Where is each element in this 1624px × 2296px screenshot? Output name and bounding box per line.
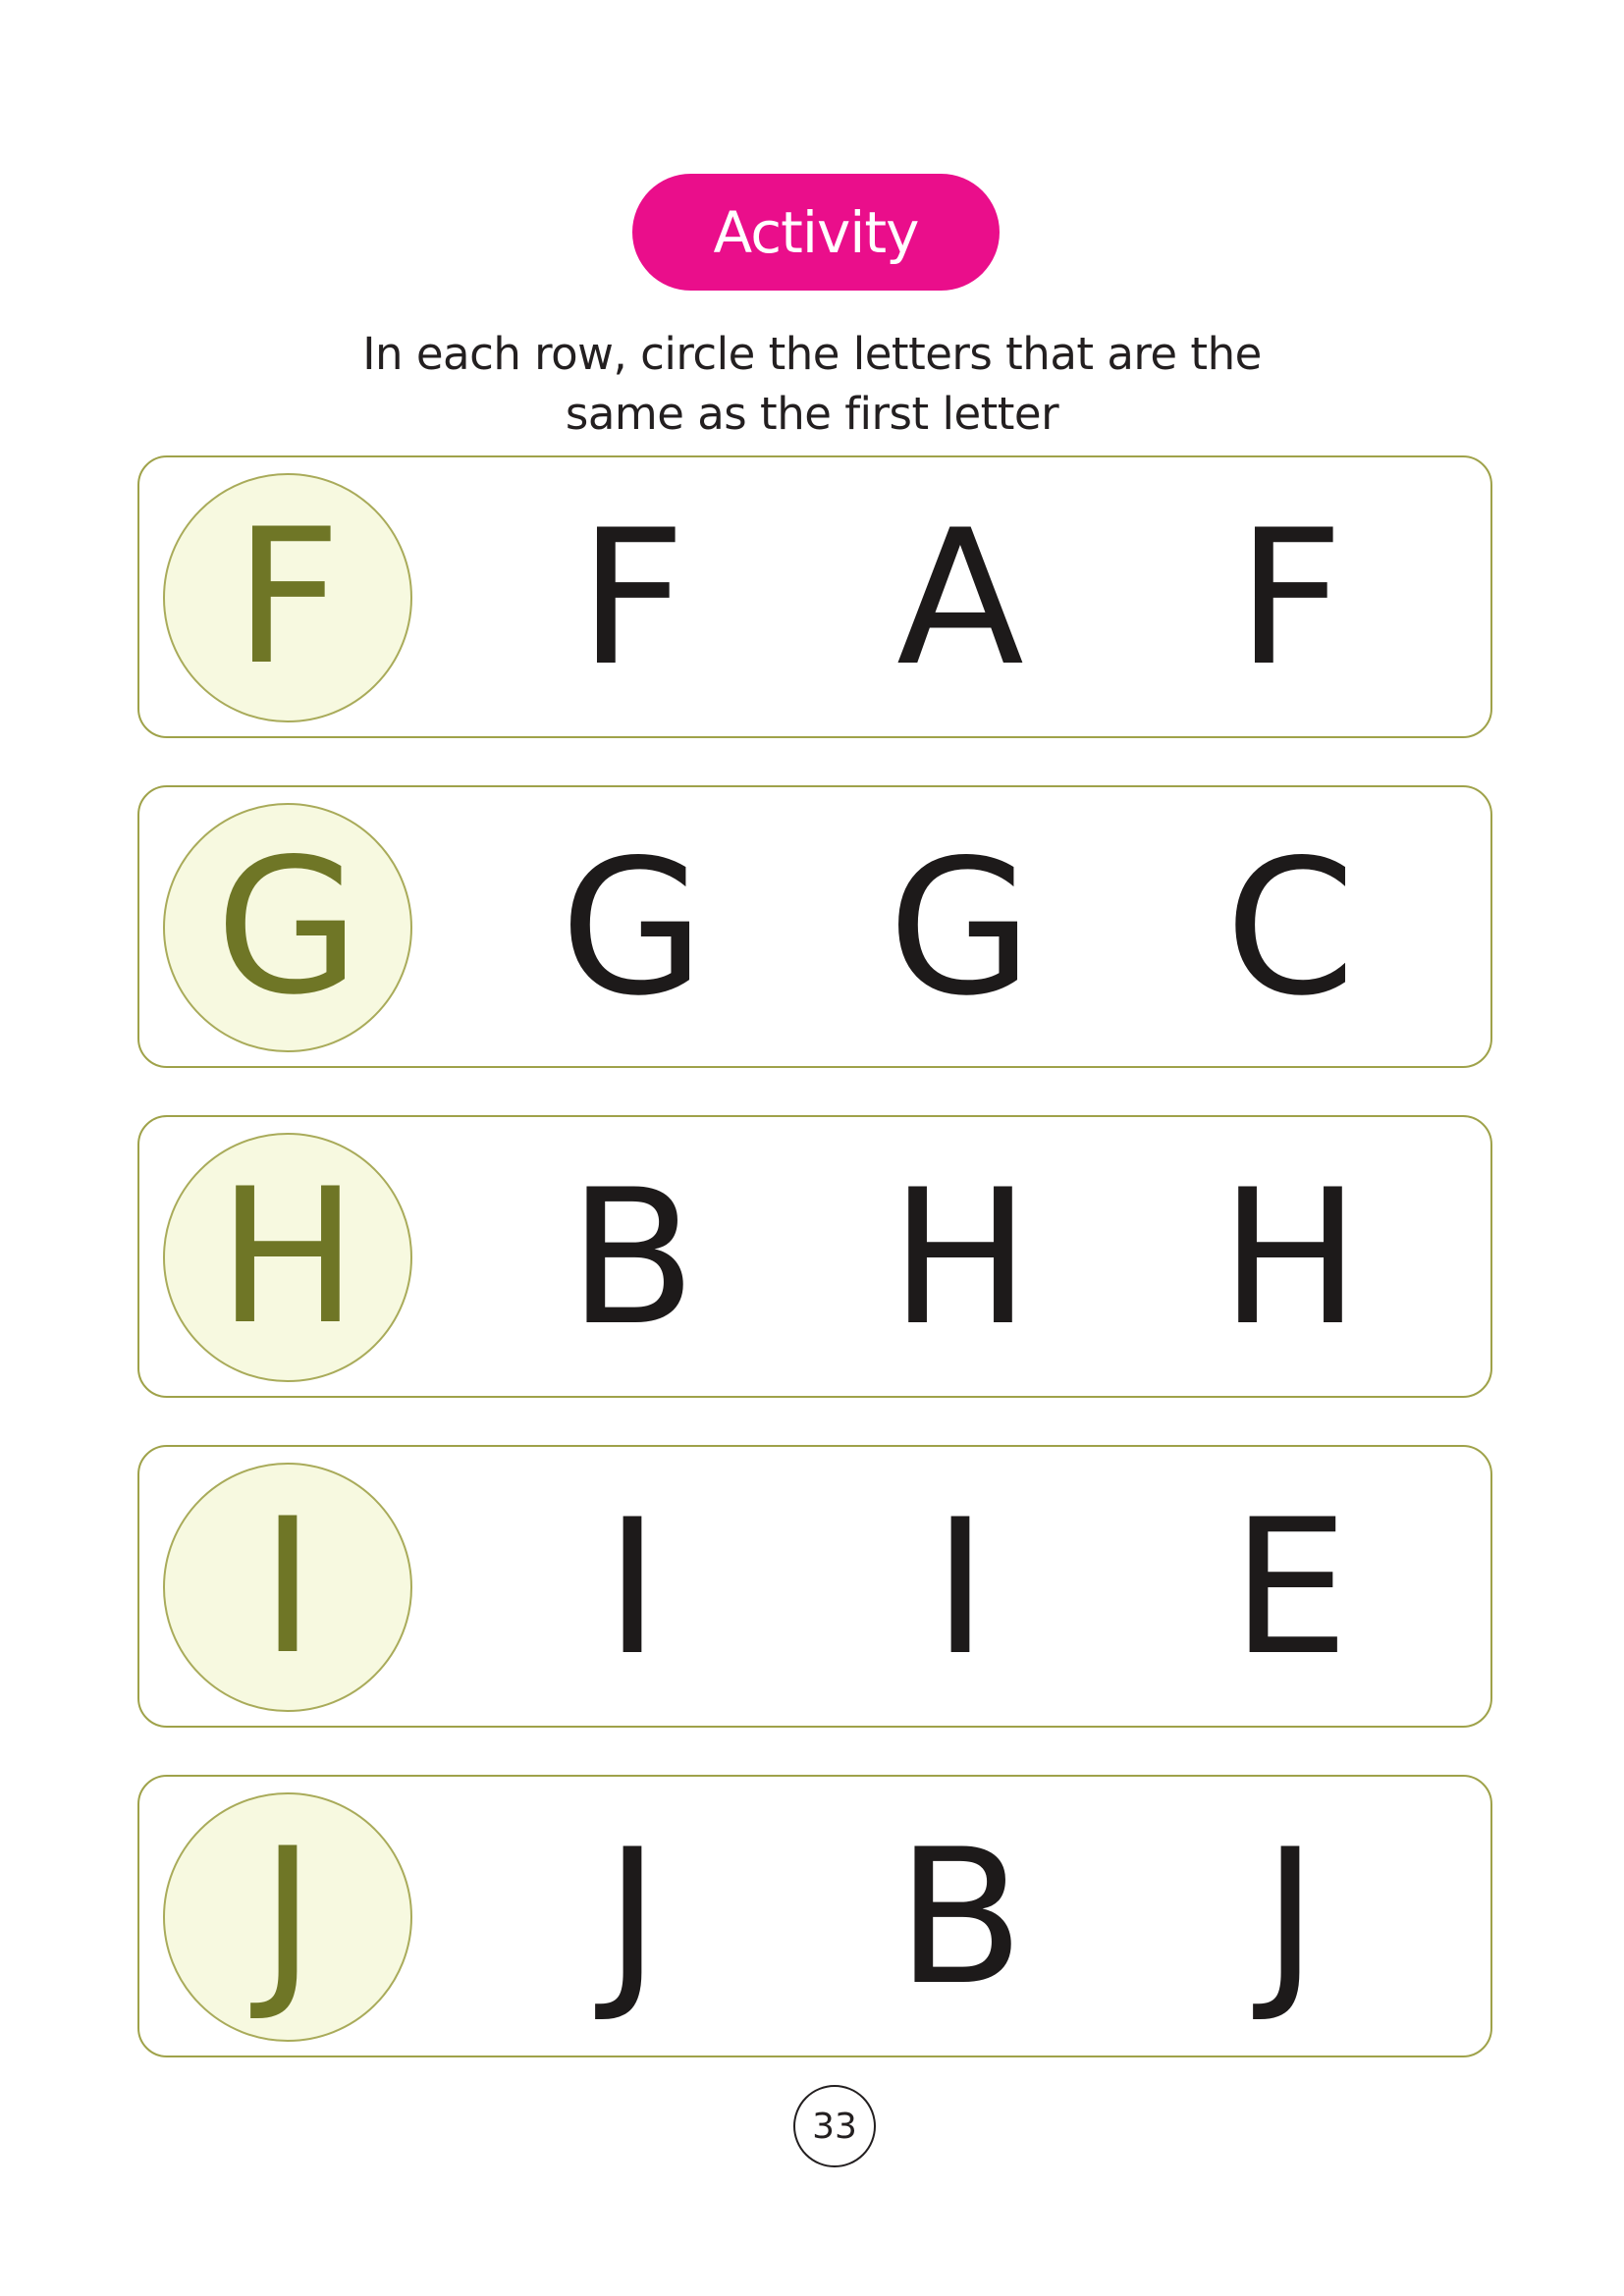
choice-letter[interactable]: J	[1192, 1777, 1388, 2059]
page-number: 33	[793, 2085, 876, 2167]
choice-letter[interactable]: C	[1192, 787, 1388, 1070]
choice-letter[interactable]: E	[1192, 1447, 1388, 1730]
choice-letter[interactable]: B	[862, 1777, 1058, 2059]
instructions: In each row, circle the letters that are…	[295, 324, 1329, 444]
choice-letter[interactable]: B	[534, 1117, 731, 1400]
choice-letter[interactable]: G	[862, 787, 1058, 1070]
worksheet-page: Activity In each row, circle the letters…	[0, 0, 1624, 2296]
choice-letter[interactable]: I	[534, 1447, 731, 1730]
letter-row: G G G C	[137, 785, 1492, 1068]
target-letter: I	[163, 1463, 412, 1712]
target-letter: J	[163, 1792, 412, 2042]
choice-letter[interactable]: G	[534, 787, 731, 1070]
instruction-line-2: same as the first letter	[565, 388, 1059, 440]
target-letter: G	[163, 803, 412, 1052]
choice-letter[interactable]: F	[534, 457, 731, 740]
activity-badge-label: Activity	[713, 198, 920, 266]
choice-letter[interactable]: F	[1192, 457, 1388, 740]
instruction-line-1: In each row, circle the letters that are…	[362, 328, 1262, 380]
choice-letter[interactable]: J	[534, 1777, 731, 2059]
page-number-label: 33	[812, 2106, 857, 2147]
activity-badge: Activity	[632, 174, 1000, 291]
target-letter: H	[163, 1133, 412, 1382]
letter-row: F F A F	[137, 455, 1492, 738]
letter-row: J J B J	[137, 1775, 1492, 2057]
letter-rows: F F A F G G G C H B H H I I I E J J B J	[137, 455, 1492, 2057]
letter-row: I I I E	[137, 1445, 1492, 1728]
choice-letter[interactable]: H	[1192, 1117, 1388, 1400]
choice-letter[interactable]: A	[862, 457, 1058, 740]
choice-letter[interactable]: H	[862, 1117, 1058, 1400]
choice-letter[interactable]: I	[862, 1447, 1058, 1730]
letter-row: H B H H	[137, 1115, 1492, 1398]
target-letter: F	[163, 473, 412, 722]
